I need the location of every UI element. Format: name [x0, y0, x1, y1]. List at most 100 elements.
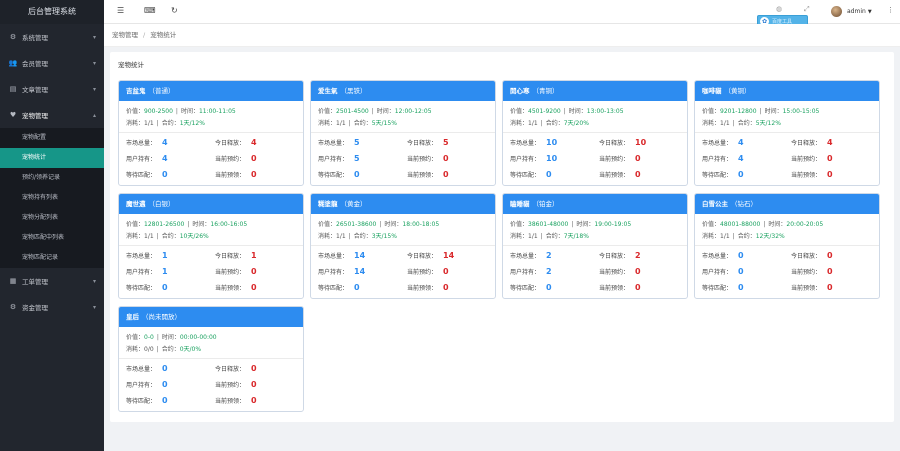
- sidebar-item-funds[interactable]: ⚙ 资金管理 ▾: [0, 294, 104, 320]
- chevron-up-icon: ▴: [92, 111, 96, 119]
- today-release-value: 4: [251, 138, 257, 147]
- market-total-label: 市场总量：: [702, 140, 733, 147]
- fullscreen-icon[interactable]: ⤢: [804, 5, 810, 14]
- pet-card: 開心寒 （青铜） 价值：4501-9200 | 时间：13:00-13:05 消耗：1…: [502, 80, 688, 186]
- keyboard-icon[interactable]: ⌨: [144, 6, 156, 15]
- today-release-label: 今日释放：: [791, 140, 822, 147]
- time-label: 时间：: [576, 221, 595, 228]
- sidebar-item-articles[interactable]: ▤ 文章管理 ▾: [0, 76, 104, 102]
- price-value: 26501-38600: [336, 221, 377, 228]
- time-value: 16:00-16:05: [210, 221, 248, 228]
- sidebar-item-members[interactable]: 👥 会员管理 ▾: [0, 50, 104, 76]
- current-reserve-label: 当前预领：: [407, 172, 438, 179]
- card-info: 价值：900-2500 | 时间：11:00-11:05 消耗：1/1 | 合约：1天/…: [119, 101, 303, 133]
- card-header: 皇后 （尚未開放）: [119, 307, 303, 327]
- today-release-value: 5: [443, 138, 449, 147]
- ticket-icon: ▦: [9, 277, 17, 285]
- card-stats: 市场总量： 0 今日释放： 0 用户持有： 0 当前预约： 0 等待匹配： 0 当前预领：…: [695, 246, 879, 298]
- chevron-down-icon: ▾: [92, 85, 96, 93]
- sidebar-item-label: 系统管理: [22, 34, 48, 42]
- price-label: 价值：: [510, 221, 529, 228]
- pet-level: （尚未開放）: [142, 313, 181, 321]
- sidebar-menu: ⚙ 系统管理 ▾ 👥 会员管理 ▾ ▤ 文章管理 ▾ ♥ 宠物管理 ▴ 宠物配置…: [0, 24, 104, 320]
- today-release-value: 14: [443, 251, 455, 260]
- user-hold-value: 4: [738, 154, 744, 163]
- more-icon[interactable]: ⋮: [887, 6, 894, 14]
- sidebar-subitem-match-records[interactable]: 宠物匹配记录: [0, 248, 104, 268]
- sidebar-subitem-pet-config[interactable]: 宠物配置: [0, 128, 104, 148]
- current-booking-value: 0: [827, 154, 833, 163]
- refresh-icon[interactable]: ↻: [171, 6, 178, 15]
- pet-name: 白雪公主: [702, 200, 728, 208]
- current-booking-label: 当前预约：: [599, 269, 630, 276]
- user-hold-value: 4: [162, 154, 168, 163]
- time-value: 20:00-20:05: [786, 221, 824, 228]
- current-reserve-value: 0: [443, 170, 449, 179]
- pet-level: （铂金）: [532, 200, 559, 208]
- user-hold-label: 用户持有：: [702, 156, 733, 163]
- card-header: 開心寒 （青铜）: [503, 81, 687, 101]
- waiting-match-label: 等待匹配：: [126, 285, 157, 292]
- price-label: 价值：: [702, 108, 721, 115]
- user-menu[interactable]: admin ▼: [847, 8, 872, 15]
- current-booking-label: 当前预约：: [215, 382, 246, 389]
- pet-level: （钻石）: [731, 200, 757, 208]
- current-reserve-value: 0: [635, 170, 641, 179]
- current-booking-value: 0: [251, 380, 257, 389]
- price-value: 2501-4500: [336, 108, 369, 115]
- today-release-label: 今日释放：: [791, 253, 822, 260]
- pet-level: （黑铁）: [340, 87, 367, 95]
- price-label: 价值：: [318, 221, 337, 228]
- breadcrumb-item[interactable]: 宠物管理: [112, 31, 138, 39]
- sidebar-subitem-pet-allocation[interactable]: 宠物分配列表: [0, 208, 104, 228]
- theme-icon[interactable]: ◍: [776, 5, 782, 13]
- pet-card: 咖啡貓 （黄铜） 价值：9201-12800 | 时间：15:00-15:05 消耗：…: [694, 80, 880, 186]
- pet-name: 咖啡貓: [702, 87, 722, 95]
- market-total-label: 市场总量：: [510, 253, 541, 260]
- sidebar-subitem-pet-stats[interactable]: 宠物统计: [0, 148, 104, 168]
- pet-level: （青铜）: [532, 87, 559, 95]
- pet-name: 爱生氣: [318, 87, 338, 95]
- card-header: 爱生氣 （黑铁）: [311, 81, 495, 101]
- sidebar-item-pets[interactable]: ♥ 宠物管理 ▴: [0, 102, 104, 128]
- current-booking-value: 0: [251, 267, 257, 276]
- today-release-value: 10: [635, 138, 647, 147]
- sidebar-item-system[interactable]: ⚙ 系统管理 ▾: [0, 24, 104, 50]
- card-stats: 市场总量： 4 今日释放： 4 用户持有： 4 当前预约： 0 等待匹配： 0 当前预领：…: [119, 133, 303, 185]
- current-reserve-label: 当前预领：: [599, 172, 630, 179]
- pets-submenu: 宠物配置 宠物统计 预约/领养记录 宠物持有列表 宠物分配列表 宠物匹配中列表 …: [0, 128, 104, 268]
- waiting-match-value: 0: [738, 170, 744, 179]
- chevron-down-icon: ▾: [92, 277, 96, 285]
- card-info: 价值：26501-38600 | 时间：18:00-18:05 消耗：1/1 | 合约：…: [311, 214, 495, 246]
- sidebar-item-tickets[interactable]: ▦ 工单管理 ▾: [0, 268, 104, 294]
- pet-level: （白银）: [148, 200, 175, 208]
- sidebar-subitem-pet-holdings[interactable]: 宠物持有列表: [0, 188, 104, 208]
- breadcrumb-current: 宠物统计: [150, 31, 177, 39]
- waiting-match-label: 等待匹配：: [318, 285, 349, 292]
- sidebar-subitem-booking-records[interactable]: 预约/领养记录: [0, 168, 104, 188]
- consume-value: 0/0: [144, 346, 154, 353]
- pet-name: 魔世邁: [126, 200, 146, 208]
- time-label: 时间：: [568, 108, 587, 115]
- user-hold-label: 用户持有：: [510, 156, 541, 163]
- market-total-label: 市场总量：: [702, 253, 733, 260]
- current-booking-value: 0: [635, 267, 641, 276]
- pet-card: 糊塗龍 （黄金） 价值：26501-38600 | 时间：18:00-18:05 消耗…: [310, 193, 496, 299]
- sidebar-subitem-matching-list[interactable]: 宠物匹配中列表: [0, 228, 104, 248]
- menu-icon[interactable]: ☰: [117, 6, 124, 15]
- user-hold-label: 用户持有：: [126, 156, 157, 163]
- avatar[interactable]: [831, 6, 842, 17]
- card-header: 吉盆鬼 （普通）: [119, 81, 303, 101]
- stats-panel: 宠物统计 吉盆鬼 （普通） 价值：900-2500 | 时间：11:00-11:05 …: [110, 52, 894, 422]
- price-value: 38601-48000: [528, 221, 569, 228]
- waiting-match-value: 0: [162, 283, 168, 292]
- pet-card: 白雪公主 （钻石） 价值：48001-88000 | 时间：20:00-20:05 消…: [694, 193, 880, 299]
- time-label: 时间：: [764, 108, 783, 115]
- pet-level: （黄金）: [340, 200, 367, 208]
- price-value: 48001-88000: [720, 221, 761, 228]
- time-label: 时间：: [180, 108, 199, 115]
- market-total-value: 4: [738, 138, 744, 147]
- market-total-value: 0: [162, 364, 168, 373]
- today-release-label: 今日释放：: [215, 140, 246, 147]
- current-reserve-label: 当前预领：: [215, 172, 246, 179]
